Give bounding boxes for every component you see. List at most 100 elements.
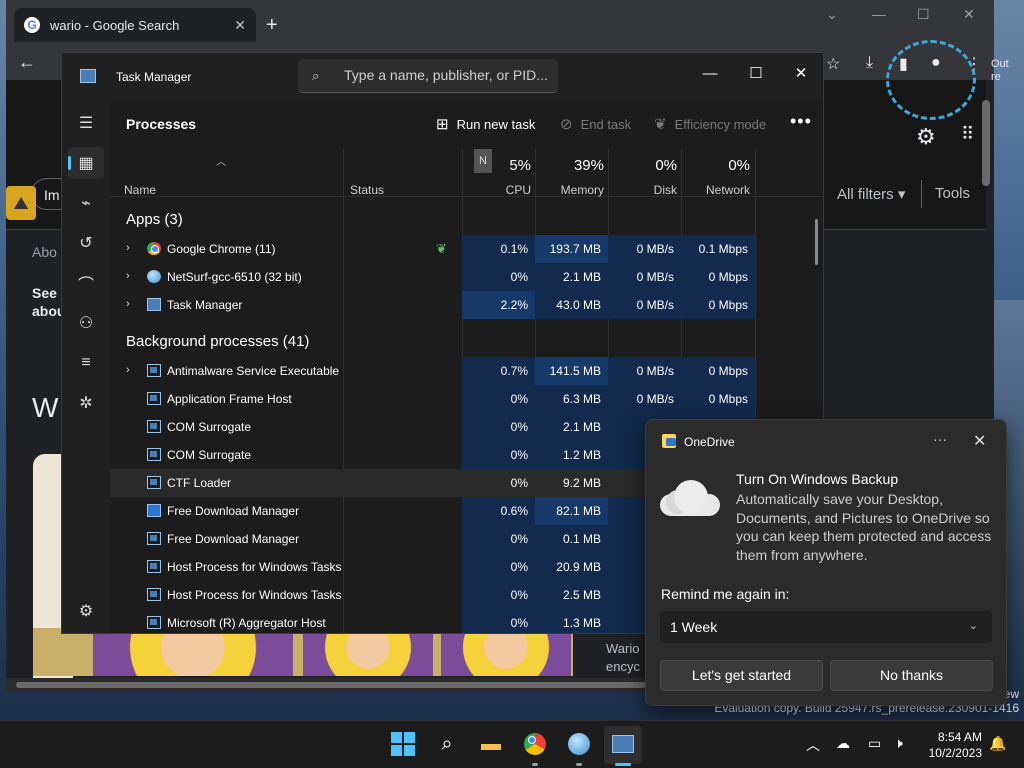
col-disk[interactable]: Disk	[608, 183, 677, 197]
task-manager-taskbar-icon[interactable]	[610, 731, 636, 757]
notification-title: Turn On Windows Backup	[736, 471, 899, 487]
chrome-minimize-button[interactable]: —	[872, 6, 886, 22]
performance-nav-icon[interactable]: ⌁	[68, 187, 104, 219]
notification-bell-icon[interactable]: 🔔	[989, 735, 1006, 752]
tab-search-icon[interactable]: ⌄	[826, 6, 838, 23]
minimize-button[interactable]: —	[687, 59, 733, 89]
search-icon: ⌕	[312, 68, 320, 83]
network-icon[interactable]: ▭	[868, 735, 881, 752]
header-divider	[921, 180, 922, 208]
image-strip[interactable]	[33, 628, 573, 676]
col-memory[interactable]: Memory	[535, 183, 604, 197]
services-nav-icon[interactable]: ✲	[68, 387, 104, 419]
apps-group-header: Apps (3)	[126, 211, 183, 228]
wario-thumbnail[interactable]	[441, 628, 571, 676]
sort-up-icon: ︿	[216, 157, 226, 168]
details-nav-icon[interactable]: ≡	[68, 347, 104, 379]
bookmark-star-icon[interactable]: ☆	[826, 54, 840, 74]
startup-apps-nav-icon[interactable]: ⌒	[68, 267, 104, 299]
task-manager-app-icon	[80, 69, 96, 83]
chrome-close-button[interactable]: ✕	[963, 6, 975, 23]
notification-more-button[interactable]: ···	[933, 431, 947, 447]
back-arrow-icon[interactable]: ←	[18, 52, 36, 73]
table-row[interactable]: › Antimalware Service Executable 0.7% 14…	[110, 357, 755, 385]
search-input[interactable]	[344, 67, 549, 83]
clock[interactable]: 8:54 AM 10/2/2023	[918, 729, 982, 761]
more-options-button[interactable]: •••	[790, 111, 812, 132]
chrome-icon	[147, 242, 161, 255]
file-explorer-icon[interactable]: ▬	[478, 731, 504, 757]
process-search[interactable]: ⌕	[298, 59, 558, 93]
search-icon[interactable]: ⌕	[434, 731, 460, 757]
table-row[interactable]: Application Frame Host 0% 6.3 MB 0 MB/s …	[110, 385, 755, 413]
process-list-scrollbar[interactable]	[815, 219, 818, 265]
expand-chevron-icon[interactable]: ›	[126, 364, 130, 376]
memory-percent: 39%	[573, 157, 604, 174]
table-row[interactable]: › NetSurf-gcc-6510 (32 bit) 0% 2.1 MB 0 …	[110, 263, 755, 291]
google-apps-icon[interactable]: ⠿	[961, 124, 974, 145]
running-indicator	[576, 763, 582, 766]
all-filters-button[interactable]: All filters ▾	[837, 185, 905, 203]
horizontal-scroll-thumb[interactable]	[16, 682, 646, 688]
new-tab-button[interactable]: +	[266, 14, 278, 37]
app-history-nav-icon[interactable]: ↺	[68, 227, 104, 259]
onedrive-tray-icon[interactable]: ☁	[836, 735, 850, 752]
show-hidden-icons-chevron-icon[interactable]: ︿	[806, 735, 820, 755]
expand-chevron-icon[interactable]: ›	[126, 270, 130, 282]
col-network[interactable]: Network	[681, 183, 750, 197]
run-new-task-button[interactable]: ⊞ Run new task	[436, 115, 535, 133]
chevron-down-icon: ⌄	[968, 620, 978, 632]
end-task-button[interactable]: ⊘ End task	[560, 115, 631, 133]
wario-encyclopedia-link[interactable]: Wario encyc	[606, 640, 640, 676]
netsurf-taskbar-icon[interactable]	[566, 731, 592, 757]
taskbar: ⌕ ▬ ︿ ☁ ▭ 🕨 8:54 AM 10/2/2023 🔔	[0, 720, 1024, 768]
wario-thumbnail[interactable]	[303, 628, 433, 676]
lets-get-started-button[interactable]: Let's get started	[660, 660, 823, 691]
chrome-scrollbar[interactable]	[982, 100, 990, 186]
table-row[interactable]: › Google Chrome (11) ❦ 0.1% 193.7 MB 0 M…	[110, 235, 755, 263]
efficiency-mode-button[interactable]: ❦ Efficiency mode	[654, 115, 766, 133]
notification-body: Automatically save your Desktop, Documen…	[736, 491, 992, 563]
windows-logo-icon	[391, 732, 415, 756]
chrome-tab-title: wario - Google Search	[50, 17, 180, 33]
hamburger-menu-icon[interactable]: ☰	[68, 107, 104, 139]
tools-button[interactable]: Tools	[935, 185, 970, 202]
expand-chevron-icon[interactable]: ›	[126, 242, 130, 254]
start-button[interactable]	[390, 731, 416, 757]
tm-titlebar: Task Manager ⌕ — ☐ ✕	[62, 53, 823, 101]
chrome-taskbar-icon[interactable]	[522, 731, 548, 757]
settings-gear-icon[interactable]: ⚙	[916, 124, 936, 150]
cpu-percent: 5%	[509, 157, 531, 174]
doodle-hiker-icon[interactable]: ⛰	[6, 186, 36, 220]
col-name[interactable]: Name	[124, 183, 156, 197]
clock-time: 8:54 AM	[937, 730, 982, 744]
processes-nav-icon[interactable]: ▦	[68, 147, 104, 179]
command-bar: Processes ⊞ Run new task ⊘ End task ❦ Ef…	[110, 101, 823, 149]
settings-nav-icon[interactable]: ⚙	[68, 595, 104, 627]
onedrive-notification: OneDrive ··· ✕ Turn On Windows Backup Au…	[645, 419, 1007, 706]
volume-muted-icon[interactable]: 🕨	[894, 735, 903, 752]
col-cpu[interactable]: CPU	[462, 183, 531, 197]
download-manager-icon	[147, 504, 161, 517]
users-nav-icon[interactable]: ⚇	[68, 307, 104, 339]
wario-thumbnail[interactable]	[93, 628, 293, 676]
disk-percent: 0%	[655, 157, 677, 174]
window-process-icon	[147, 588, 161, 601]
maximize-button[interactable]: ☐	[733, 59, 779, 89]
table-row[interactable]: › Task Manager 2.2% 43.0 MB 0 MB/s 0 Mbp…	[110, 291, 755, 319]
no-thanks-button[interactable]: No thanks	[830, 660, 993, 691]
close-button[interactable]: ✕	[778, 59, 823, 89]
chrome-tab-strip: G wario - Google Search ✕ + ⌄ — ☐ ✕	[6, 0, 994, 50]
remind-label: Remind me again in:	[661, 586, 790, 602]
cloud-icon	[660, 480, 722, 516]
tab-close-icon[interactable]: ✕	[234, 17, 246, 34]
expand-chevron-icon[interactable]: ›	[126, 298, 130, 310]
window-process-icon	[147, 392, 161, 405]
remind-select[interactable]: 1 Week ⌄	[660, 611, 992, 643]
tm-navigation: ☰ ▦ ⌁ ↺ ⌒ ⚇ ≡ ✲ ⚙	[62, 101, 110, 633]
col-status[interactable]: Status	[350, 183, 384, 197]
download-icon[interactable]: ⤓	[866, 54, 873, 72]
chrome-tab[interactable]: G wario - Google Search ✕	[14, 8, 256, 42]
notification-close-button[interactable]: ✕	[973, 431, 986, 451]
chrome-maximize-button[interactable]: ☐	[917, 6, 930, 23]
